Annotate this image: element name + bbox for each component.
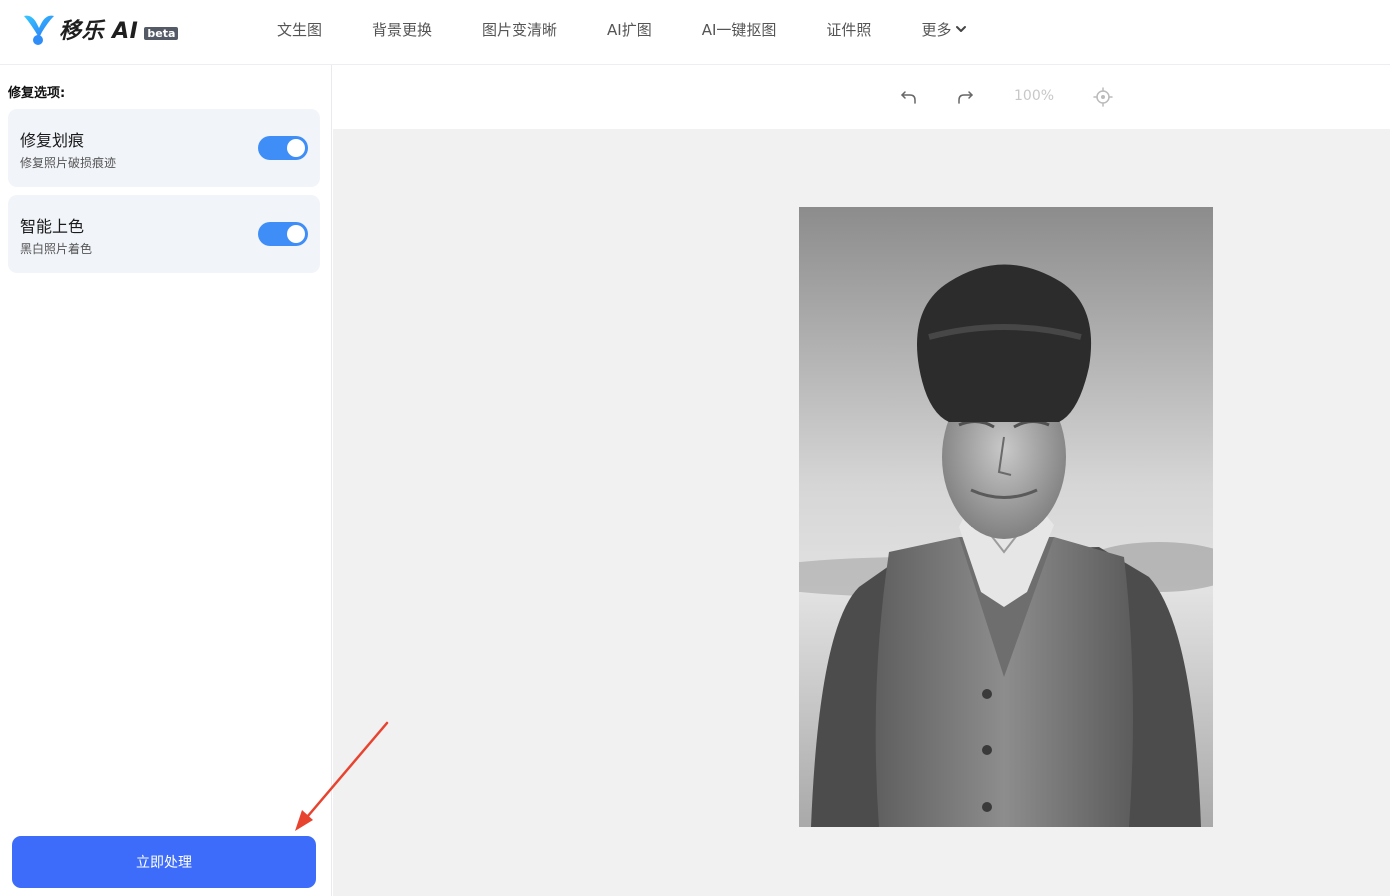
nav-item-id-photo[interactable]: 证件照 bbox=[801, 19, 896, 40]
option-card-scratch-repair: 修复划痕 修复照片破损痕迹 bbox=[8, 109, 320, 187]
canvas-toolbar: 100% bbox=[333, 65, 1390, 129]
redo-icon[interactable] bbox=[954, 86, 976, 108]
option-description: 修复照片破损痕迹 bbox=[20, 156, 117, 170]
brand-logo[interactable]: 移乐 AI beta bbox=[22, 12, 179, 46]
nav-item-ai-cutout[interactable]: AI一键抠图 bbox=[677, 19, 802, 40]
option-title: 智能上色 bbox=[20, 217, 85, 236]
option-card-colorize: 智能上色 黑白照片着色 bbox=[8, 195, 320, 273]
top-bar: 移乐 AI beta 文生图 背景更换 图片变清晰 AI扩图 AI一键抠图 证件… bbox=[0, 0, 1390, 65]
scratch-repair-toggle[interactable] bbox=[258, 136, 308, 160]
colorize-toggle[interactable] bbox=[258, 222, 308, 246]
uploaded-photo[interactable] bbox=[799, 207, 1213, 827]
section-title: 修复选项: bbox=[8, 86, 66, 101]
brand-name: 移乐 AI bbox=[59, 19, 139, 44]
process-now-button[interactable]: 立即处理 bbox=[12, 836, 316, 888]
nav-item-image-sharpen[interactable]: 图片变清晰 bbox=[457, 19, 582, 40]
canvas-workspace: 100% bbox=[333, 65, 1390, 896]
zoom-level: 100% bbox=[1014, 88, 1055, 104]
nav-item-ai-expand[interactable]: AI扩图 bbox=[582, 19, 677, 40]
main-nav: 文生图 背景更换 图片变清晰 AI扩图 AI一键抠图 证件照 更多 bbox=[252, 0, 993, 58]
logo-icon bbox=[24, 15, 54, 45]
nav-item-background-replace[interactable]: 背景更换 bbox=[347, 19, 457, 40]
nav-more-label: 更多 bbox=[921, 20, 952, 39]
chevron-down-icon bbox=[956, 26, 967, 32]
option-description: 黑白照片着色 bbox=[20, 242, 93, 256]
old-man-portrait-image bbox=[799, 207, 1213, 827]
nav-item-more[interactable]: 更多 bbox=[896, 19, 993, 40]
toggle-knob bbox=[287, 225, 305, 243]
options-panel: 修复选项: 修复划痕 修复照片破损痕迹 智能上色 黑白照片着色 立即处理 bbox=[0, 65, 332, 896]
undo-icon[interactable] bbox=[898, 86, 920, 108]
nav-item-text-to-image[interactable]: 文生图 bbox=[252, 19, 347, 40]
beta-badge: beta bbox=[144, 26, 179, 40]
toggle-knob bbox=[287, 139, 305, 157]
crosshair-icon[interactable] bbox=[1092, 86, 1114, 108]
option-title: 修复划痕 bbox=[20, 131, 85, 150]
